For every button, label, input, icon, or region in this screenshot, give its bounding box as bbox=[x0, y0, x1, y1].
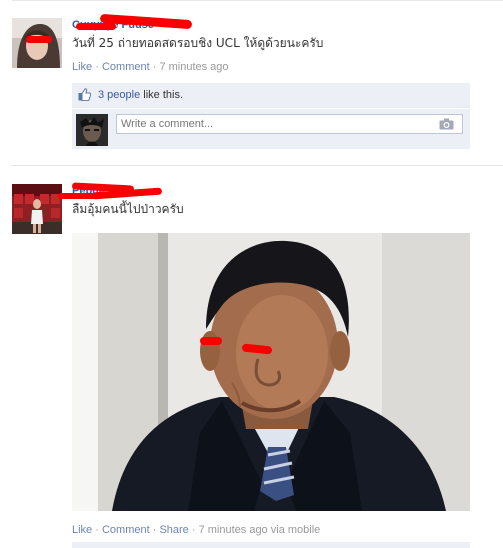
redaction-mark bbox=[58, 193, 98, 199]
redaction-mark bbox=[76, 23, 116, 30]
comment-link[interactable]: Comment bbox=[102, 61, 150, 73]
likes-row: 3 people like this. bbox=[72, 83, 470, 108]
likes-suffix: like this. bbox=[140, 89, 184, 101]
story-actions: Like · Comment · 7 minutes ago bbox=[72, 60, 473, 74]
separator: · bbox=[149, 61, 160, 73]
separator: · bbox=[92, 61, 102, 73]
post-message: ลืมอุ้มคนนี้ไปป่าวครับ bbox=[72, 202, 184, 216]
share-link[interactable]: Share bbox=[159, 524, 188, 536]
author-name[interactable]: Pepue Vvi bbox=[58, 182, 163, 200]
comment-link[interactable]: Comment bbox=[102, 524, 150, 536]
like-link[interactable]: Like bbox=[72, 61, 92, 73]
viewer-photo bbox=[76, 114, 108, 146]
separator: · bbox=[149, 524, 160, 536]
post-message: วันที่ 25 ถ่ายทอดสดรอบชิง UCL ให้ดูด้วยน… bbox=[72, 36, 324, 50]
author-name[interactable]: Cuuyuye Fuuse bbox=[72, 13, 193, 32]
comment-composer bbox=[72, 108, 470, 149]
like-link[interactable]: Like bbox=[72, 524, 92, 536]
avatar-photo bbox=[12, 18, 62, 68]
separator: · bbox=[92, 524, 102, 536]
feedback-box bbox=[72, 542, 470, 548]
top-divider bbox=[12, 0, 503, 1]
story-actions: Like · Comment · Share · 7 minutes ago v… bbox=[72, 523, 320, 537]
thumbs-up-icon bbox=[78, 88, 91, 101]
viewer-avatar bbox=[76, 114, 108, 146]
comment-field[interactable] bbox=[116, 114, 463, 134]
avatar[interactable] bbox=[12, 184, 62, 234]
likes-count-link[interactable]: 3 people bbox=[98, 89, 140, 101]
avatar-photo bbox=[12, 184, 62, 234]
photo-image bbox=[72, 233, 470, 511]
timestamp[interactable]: 7 minutes ago bbox=[159, 61, 228, 73]
comment-input[interactable] bbox=[117, 115, 425, 133]
separator: · bbox=[188, 524, 199, 536]
camera-icon[interactable] bbox=[439, 118, 454, 130]
story-divider bbox=[12, 165, 503, 166]
timestamp[interactable]: 7 minutes ago bbox=[199, 524, 268, 536]
avatar[interactable] bbox=[12, 18, 62, 68]
feedback-box: 3 people like this. bbox=[72, 83, 470, 149]
via-mobile-label: via mobile bbox=[270, 524, 321, 536]
post-photo[interactable] bbox=[72, 233, 470, 511]
